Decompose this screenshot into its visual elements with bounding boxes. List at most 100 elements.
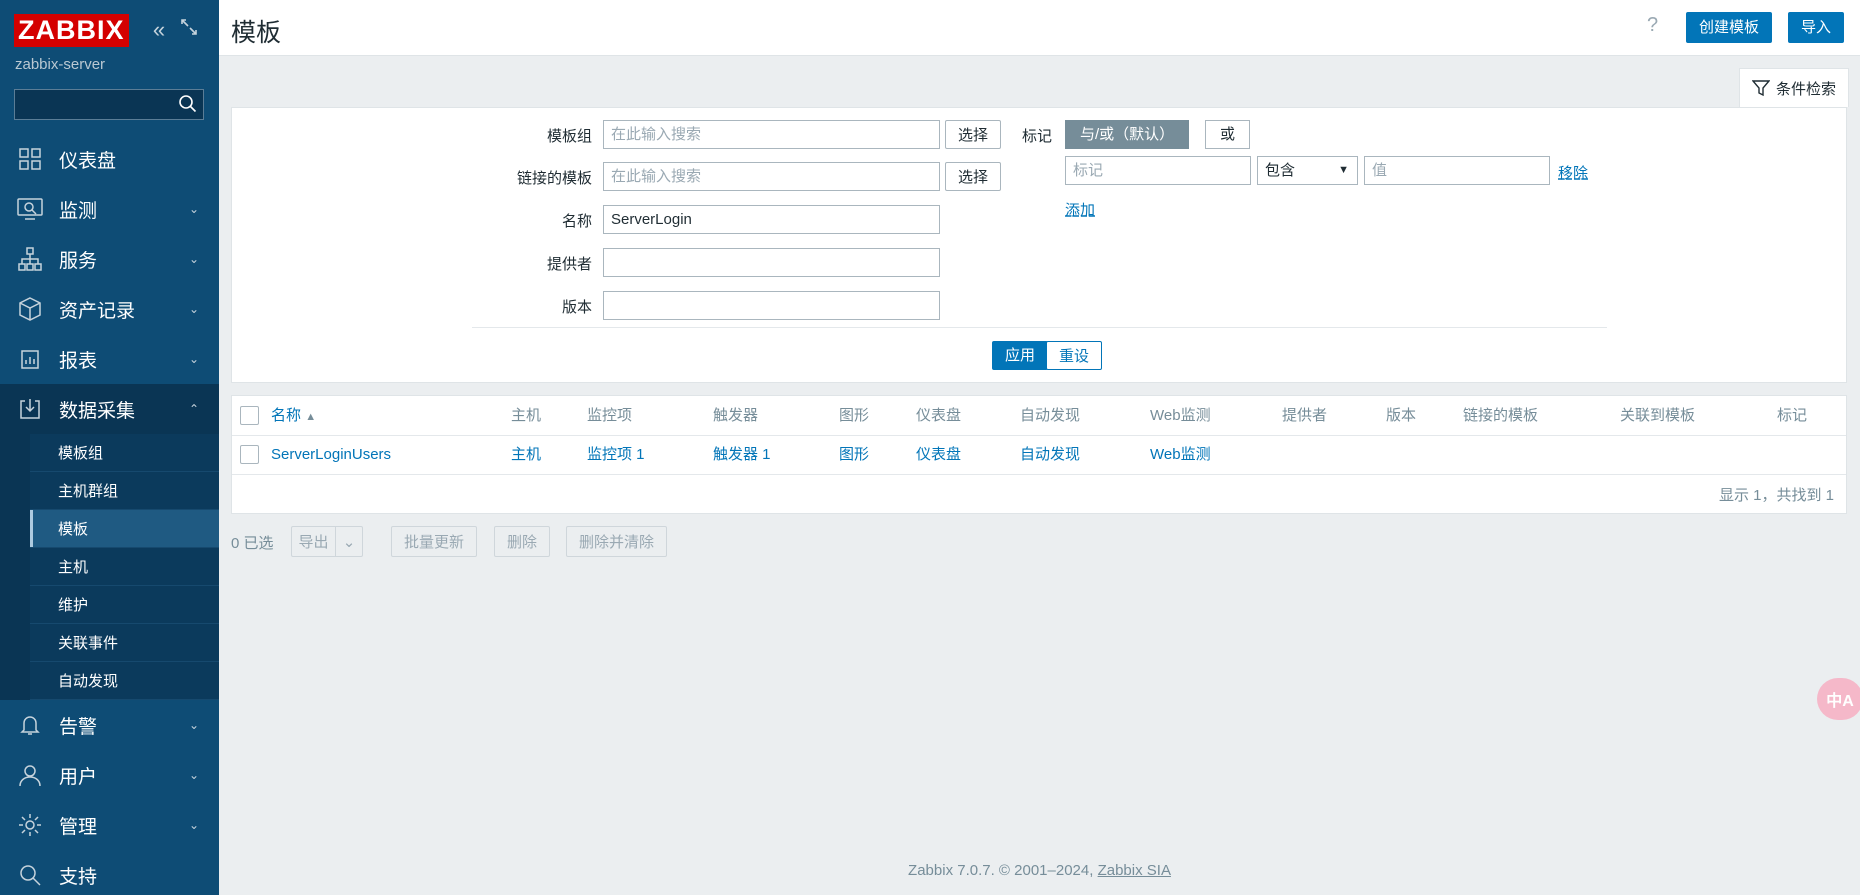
sort-asc-icon: ▲ — [305, 411, 317, 423]
tag-operator-select[interactable]: 包含 ▼ — [1257, 156, 1358, 185]
tag-name-input[interactable] — [1065, 156, 1251, 185]
filter-tab[interactable]: 条件检索 — [1739, 68, 1849, 107]
tags-label: 标记 — [1021, 128, 1052, 145]
paging-info: 显示 1，共找到 1 — [1718, 487, 1834, 504]
help-icon[interactable]: ? — [1647, 14, 1658, 37]
chevron-down-icon: ⌄ — [189, 302, 200, 316]
zabbix-logo[interactable]: ZABBIX — [14, 14, 129, 47]
menu-item-reports[interactable]: 报表 ⌄ — [0, 334, 219, 384]
menu-item-data-collection[interactable]: 数据采集 ⌃ — [0, 384, 219, 434]
vendor-input[interactable] — [603, 248, 940, 277]
dashboards-link[interactable]: 仪表盘 — [916, 446, 961, 463]
chevron-down-icon: ▼ — [1338, 164, 1349, 176]
graphs-link[interactable]: 图形 — [839, 446, 869, 463]
tags-and-or-toggle[interactable]: 与/或（默认） — [1065, 120, 1190, 149]
inventory-icon — [17, 296, 43, 322]
server-name: zabbix-server — [15, 56, 106, 73]
tag-value-input[interactable] — [1364, 156, 1550, 185]
tags-or-toggle[interactable]: 或 — [1205, 120, 1251, 149]
submenu-event-correlation[interactable]: 关联事件 — [30, 624, 219, 662]
table-row-dashboards: 仪表盘 — [916, 436, 961, 474]
submenu-maintenance[interactable]: 维护 — [30, 586, 219, 624]
name-input[interactable] — [603, 205, 940, 234]
filter-tab-label: 条件检索 — [1775, 80, 1836, 98]
row-checkbox[interactable] — [240, 445, 259, 464]
data-collection-icon — [17, 396, 43, 422]
menu-item-dashboard[interactable]: 仪表盘 — [0, 134, 219, 184]
select-all-checkbox[interactable] — [240, 406, 259, 425]
collapse-sidebar-icon[interactable]: « — [147, 18, 171, 42]
menu-label: 用户 — [59, 766, 98, 788]
menu-item-alerts[interactable]: 告警 ⌄ — [0, 700, 219, 750]
chevron-down-icon: ⌄ — [189, 252, 200, 266]
footer-link[interactable]: Zabbix SIA — [1098, 862, 1171, 879]
apply-button[interactable]: 应用 — [992, 341, 1049, 370]
column-items-header: 监控项 — [587, 407, 633, 424]
delete-and-clear-button[interactable]: 删除并清除 — [566, 526, 668, 557]
table-row-hosts: 主机 — [511, 436, 541, 474]
menu-item-administration[interactable]: 管理 ⌄ — [0, 800, 219, 850]
submenu-host-groups[interactable]: 主机群组 — [30, 472, 219, 510]
menu-label: 资产记录 — [59, 300, 136, 322]
mass-update-button[interactable]: 批量更新 — [391, 526, 478, 557]
table-row-web: Web监测 — [1150, 436, 1211, 474]
selected-count: 0 已选 — [231, 535, 274, 552]
page-title: 模板 — [231, 19, 282, 47]
submenu-hosts[interactable]: 主机 — [30, 548, 219, 586]
submenu-template-groups[interactable]: 模板组 — [30, 434, 219, 472]
column-triggers-header: 触发器 — [713, 407, 759, 424]
footer-text: Zabbix 7.0.7. © 2001–2024, — [908, 862, 1098, 879]
template-name-link[interactable]: ServerLoginUsers — [271, 446, 391, 463]
column-web-header: Web监测 — [1150, 407, 1211, 424]
vendor-label: 提供者 — [546, 256, 592, 273]
web-link[interactable]: Web监测 — [1150, 446, 1211, 463]
linked-templates-input[interactable] — [603, 162, 940, 191]
triggers-link[interactable]: 触发器 1 — [713, 446, 771, 463]
column-version-header: 版本 — [1386, 407, 1417, 424]
menu-item-support[interactable]: 支持 — [0, 850, 219, 895]
export-dropdown-button[interactable]: ⌄ — [335, 526, 363, 557]
chevron-down-icon: ⌄ — [189, 352, 200, 366]
menu-label: 管理 — [59, 816, 98, 838]
import-button[interactable]: 导入 — [1788, 12, 1845, 43]
menu-label: 监测 — [59, 200, 98, 222]
translate-icon[interactable]: 中A — [1817, 678, 1860, 720]
column-discovery-header: 自动发现 — [1020, 407, 1081, 424]
menu-item-services[interactable]: 服务 ⌄ — [0, 234, 219, 284]
submenu-templates[interactable]: 模板 — [30, 510, 219, 548]
linked-templates-select-button[interactable]: 选择 — [945, 162, 1002, 191]
hosts-link[interactable]: 主机 — [511, 446, 541, 463]
column-vendor-header: 提供者 — [1282, 407, 1328, 424]
items-link[interactable]: 监控项 1 — [587, 446, 645, 463]
discovery-link[interactable]: 自动发现 — [1020, 446, 1080, 463]
kiosk-mode-icon[interactable] — [177, 18, 201, 42]
chevron-down-icon: ⌄ — [189, 202, 200, 216]
submenu-discovery[interactable]: 自动发现 — [30, 662, 219, 700]
search-icon[interactable] — [178, 94, 198, 114]
template-group-input[interactable] — [603, 120, 940, 149]
table-row-graphs: 图形 — [839, 436, 869, 474]
export-button[interactable]: 导出 — [291, 526, 335, 557]
column-linked-templates-header: 链接的模板 — [1463, 407, 1539, 424]
menu-item-monitoring[interactable]: 监测 ⌄ — [0, 184, 219, 234]
menu-item-inventory[interactable]: 资产记录 ⌄ — [0, 284, 219, 334]
sidebar-search-input[interactable] — [15, 90, 203, 119]
menu-item-users[interactable]: 用户 ⌄ — [0, 750, 219, 800]
add-tag-link[interactable]: 添加 — [1065, 199, 1095, 220]
template-group-label: 模板组 — [546, 128, 592, 145]
reports-icon — [17, 346, 43, 372]
name-label: 名称 — [561, 213, 592, 230]
table-row-triggers: 触发器 1 — [713, 436, 771, 474]
remove-tag-link[interactable]: 移除 — [1558, 162, 1588, 183]
chevron-down-icon: ⌄ — [189, 768, 200, 782]
create-template-button[interactable]: 创建模板 — [1686, 12, 1773, 43]
menu-label: 数据采集 — [59, 400, 136, 422]
table-row-discovery: 自动发现 — [1020, 436, 1080, 474]
sort-name-link[interactable]: 名称 — [271, 407, 301, 424]
column-name-header[interactable]: 名称 ▲ — [271, 396, 316, 435]
row-divider — [232, 474, 1846, 475]
reset-button[interactable]: 重设 — [1046, 341, 1103, 370]
filter-panel: 模板组 选择 链接的模板 选择 名称 提供者 版本 标记 与/或（默认） 或 包… — [231, 107, 1847, 383]
version-input[interactable] — [603, 291, 940, 320]
delete-button[interactable]: 删除 — [494, 526, 551, 557]
